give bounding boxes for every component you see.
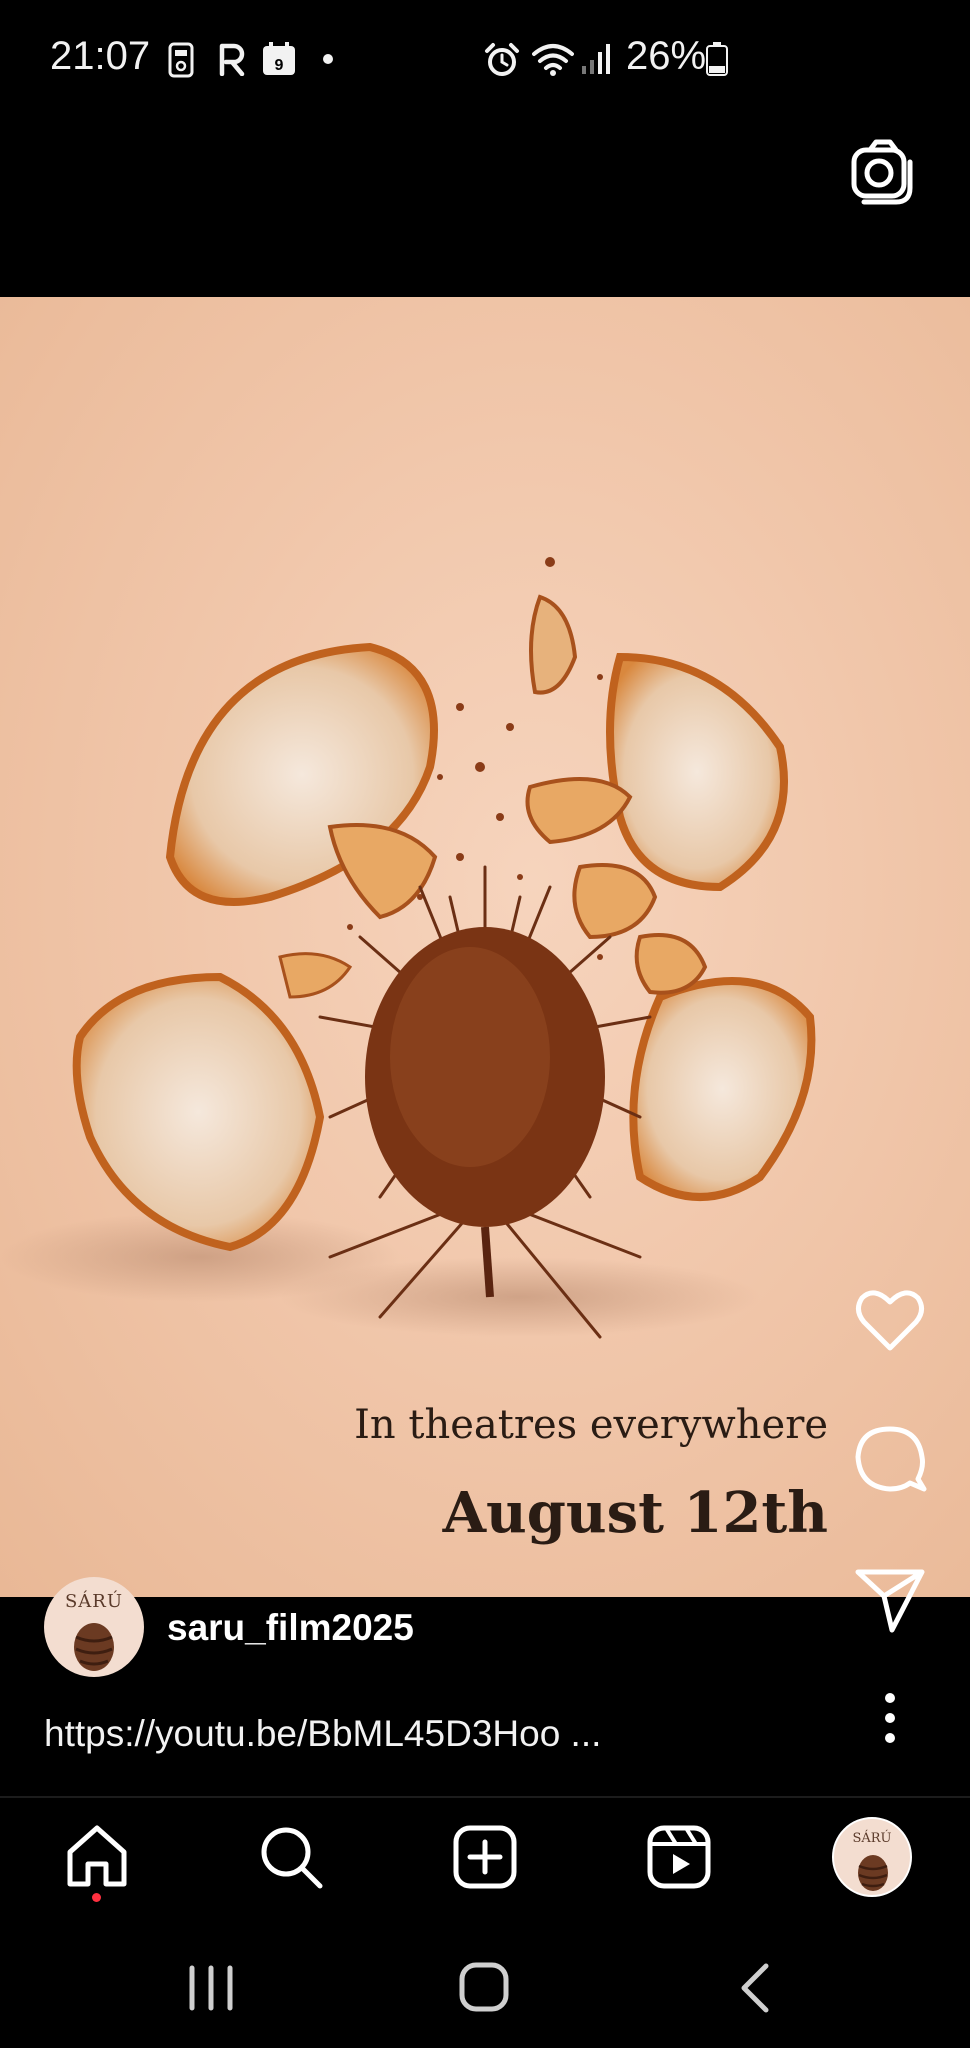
home-icon: [67, 1825, 127, 1887]
more-options-button[interactable]: [852, 1690, 928, 1746]
nav-reels-button[interactable]: [644, 1822, 714, 1892]
status-bar: 21:07 9 26%: [0, 0, 970, 118]
comment-icon: [855, 1426, 927, 1492]
phone-manager-icon: [168, 42, 194, 83]
battery-icon: [706, 42, 728, 81]
avatar-brand-text: SÁRÚ: [64, 1591, 124, 1612]
system-home-button[interactable]: [449, 1952, 519, 2022]
status-time: 21:07: [50, 34, 151, 78]
create-icon: [453, 1825, 517, 1889]
like-icon: [856, 1290, 924, 1351]
post-link[interactable]: https://youtu.be/BbML45D3Hoo ...: [44, 1713, 601, 1755]
nav-profile-button[interactable]: SÁRÚ: [832, 1817, 912, 1897]
caption-line-1: In theatres everywhere: [354, 1402, 828, 1448]
wifi-icon: [532, 42, 574, 81]
nav-home-button[interactable]: [62, 1822, 132, 1892]
system-back-button[interactable]: [722, 1952, 792, 2022]
share-icon: [855, 1569, 925, 1633]
nav-divider: [0, 1796, 970, 1798]
alarm-icon: [484, 42, 520, 83]
system-home-icon: [459, 1962, 509, 2012]
nav-search-button[interactable]: [256, 1822, 326, 1892]
back-icon: [741, 1963, 769, 2013]
profile-pinecone-icon: [858, 1855, 888, 1891]
system-recents-button[interactable]: [176, 1952, 246, 2022]
battery-percent: 26%: [626, 34, 707, 78]
profile-brand-text: SÁRÚ: [852, 1831, 892, 1846]
notification-dot-icon: [322, 52, 334, 70]
calendar-day: 9: [275, 57, 284, 74]
home-notification-dot: [92, 1893, 101, 1902]
share-button[interactable]: [852, 1562, 928, 1638]
search-icon: [261, 1827, 323, 1889]
comment-button[interactable]: [852, 1421, 928, 1497]
like-button[interactable]: [852, 1282, 928, 1358]
calendar-icon: 9: [262, 42, 296, 81]
author-avatar[interactable]: SÁRÚ: [44, 1577, 144, 1677]
camera-icon: [851, 139, 913, 205]
more-icon: [885, 1693, 895, 1743]
camera-button[interactable]: [848, 138, 918, 208]
pinecone-icon: [74, 1623, 114, 1671]
reels-icon: [647, 1825, 711, 1889]
caption-line-2: August 12th: [442, 1480, 828, 1546]
nav-create-button[interactable]: [450, 1822, 520, 1892]
author-username[interactable]: saru_film2025: [167, 1607, 414, 1649]
r-app-icon: [218, 42, 246, 81]
recents-icon: [189, 1965, 233, 2011]
signal-icon: [580, 42, 612, 81]
post-media[interactable]: In theatres everywhere August 12th: [0, 297, 970, 1597]
